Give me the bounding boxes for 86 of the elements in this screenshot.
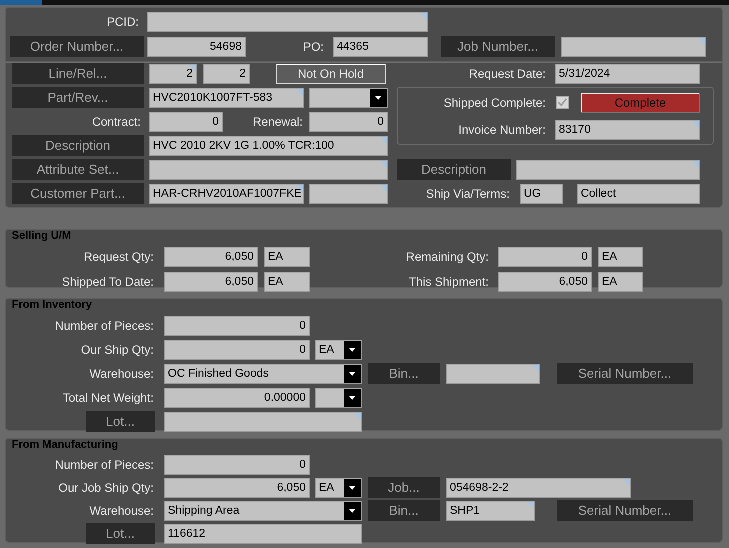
input-field[interactable]: 116612: [164, 524, 362, 544]
input-field[interactable]: 44365: [333, 36, 428, 56]
caret-icon[interactable]: [344, 502, 361, 520]
hold-status-button[interactable]: Not On Hold: [276, 64, 386, 84]
lookup-button[interactable]: Line/Rel...: [12, 63, 144, 84]
input-field[interactable]: UG: [520, 184, 563, 204]
input-field[interactable]: 5/31/2024: [555, 64, 700, 84]
dropdown-field[interactable]: [315, 388, 362, 408]
field-label: Number of Pieces:: [54, 318, 155, 332]
caret-icon[interactable]: [344, 388, 361, 406]
dropdown-field[interactable]: OC Finished Goods: [164, 364, 362, 384]
field-label: Our Ship Qty:: [80, 342, 155, 356]
field-label: Shipped Complete:: [442, 96, 547, 110]
lookup-button[interactable]: Description: [12, 135, 144, 156]
input-field[interactable]: EA: [598, 272, 643, 292]
lookup-button[interactable]: Attribute Set...: [12, 159, 144, 180]
input-field[interactable]: HVC2010K1007FT-583: [149, 88, 304, 108]
lookup-button[interactable]: Customer Part...: [12, 183, 144, 204]
dropdown-field[interactable]: Shipping Area: [164, 500, 362, 520]
lookup-button[interactable]: Bin...: [368, 363, 440, 384]
input-field[interactable]: 0: [164, 454, 310, 474]
section-title: From Manufacturing: [12, 439, 118, 451]
input-field[interactable]: 2: [149, 64, 197, 84]
input-field[interactable]: SHP1: [446, 500, 535, 520]
lookup-button[interactable]: Bin...: [368, 500, 440, 521]
input-field[interactable]: EA: [598, 246, 643, 266]
lookup-button[interactable]: Serial Number...: [557, 363, 693, 384]
input-field[interactable]: 0: [164, 340, 310, 360]
field-label: Total Net Weight:: [62, 390, 155, 404]
input-field[interactable]: Collect: [577, 184, 700, 204]
input-field[interactable]: 0: [498, 246, 592, 266]
lookup-button[interactable]: Part/Rev...: [12, 87, 144, 108]
lookup-button[interactable]: Description: [397, 159, 511, 180]
input-field[interactable]: 0: [309, 112, 388, 132]
field-label: Request Date:: [468, 66, 547, 80]
field-label: PO:: [302, 40, 325, 54]
input-field[interactable]: 6,050: [164, 246, 258, 266]
input-field[interactable]: EA: [264, 272, 310, 292]
input-field[interactable]: [516, 160, 700, 180]
lookup-button[interactable]: Order Number...: [10, 36, 144, 57]
input-field[interactable]: 6,050: [498, 272, 592, 292]
input-field[interactable]: [147, 12, 428, 32]
caret-icon[interactable]: [344, 364, 361, 382]
lookup-button[interactable]: Job Number...: [441, 36, 555, 57]
input-field[interactable]: 6,050: [164, 478, 310, 498]
field-label: Warehouse:: [88, 366, 155, 380]
lookup-button[interactable]: Serial Number...: [557, 500, 693, 521]
field-label: Our Job Ship Qty:: [58, 480, 155, 494]
lookup-button[interactable]: Lot...: [86, 411, 155, 432]
input-field[interactable]: 54698: [147, 36, 246, 56]
field-label: Number of Pieces:: [54, 458, 155, 472]
field-label: Request Qty:: [82, 250, 155, 264]
field-label: Renewal:: [252, 114, 304, 128]
caret-icon[interactable]: [344, 340, 361, 358]
input-field[interactable]: 0: [149, 112, 223, 132]
input-field[interactable]: [164, 412, 362, 432]
dropdown-field[interactable]: EA: [315, 340, 362, 360]
input-field[interactable]: [561, 36, 706, 56]
input-field[interactable]: HAR-CRHV2010AF1007FKE: [149, 184, 304, 204]
field-label: PCID:: [106, 15, 140, 29]
field-label: Contract:: [91, 114, 142, 128]
dropdown-field[interactable]: EA: [315, 478, 362, 498]
caret-icon[interactable]: [370, 88, 387, 106]
section-title: Selling U/M: [12, 230, 72, 242]
input-field[interactable]: HVC 2010 2KV 1G 1.00% TCR:100: [149, 136, 388, 156]
dropdown-field[interactable]: [309, 88, 388, 108]
input-field[interactable]: 2: [203, 64, 250, 84]
lookup-button[interactable]: Lot...: [86, 523, 155, 544]
input-field[interactable]: 054698-2-2: [446, 478, 631, 498]
lookup-button[interactable]: Job...: [368, 477, 440, 498]
input-field[interactable]: EA: [264, 246, 310, 266]
field-label: Shipped To Date:: [61, 274, 155, 288]
caret-icon[interactable]: [344, 478, 361, 496]
input-field[interactable]: [446, 364, 540, 384]
field-label: Warehouse:: [88, 504, 155, 518]
field-label: Remaining Qty:: [405, 250, 490, 264]
section-title: From Inventory: [12, 299, 92, 311]
field-label: Invoice Number:: [458, 122, 547, 136]
input-field[interactable]: [149, 160, 388, 180]
field-label: This Shipment:: [408, 274, 490, 288]
input-field[interactable]: 0: [164, 316, 310, 336]
input-field[interactable]: 6,050: [164, 272, 258, 292]
input-field[interactable]: [309, 184, 388, 204]
field-label: Ship Via/Terms:: [425, 186, 511, 200]
input-field[interactable]: 0.00000: [164, 388, 310, 408]
input-field[interactable]: 83170: [555, 120, 700, 140]
